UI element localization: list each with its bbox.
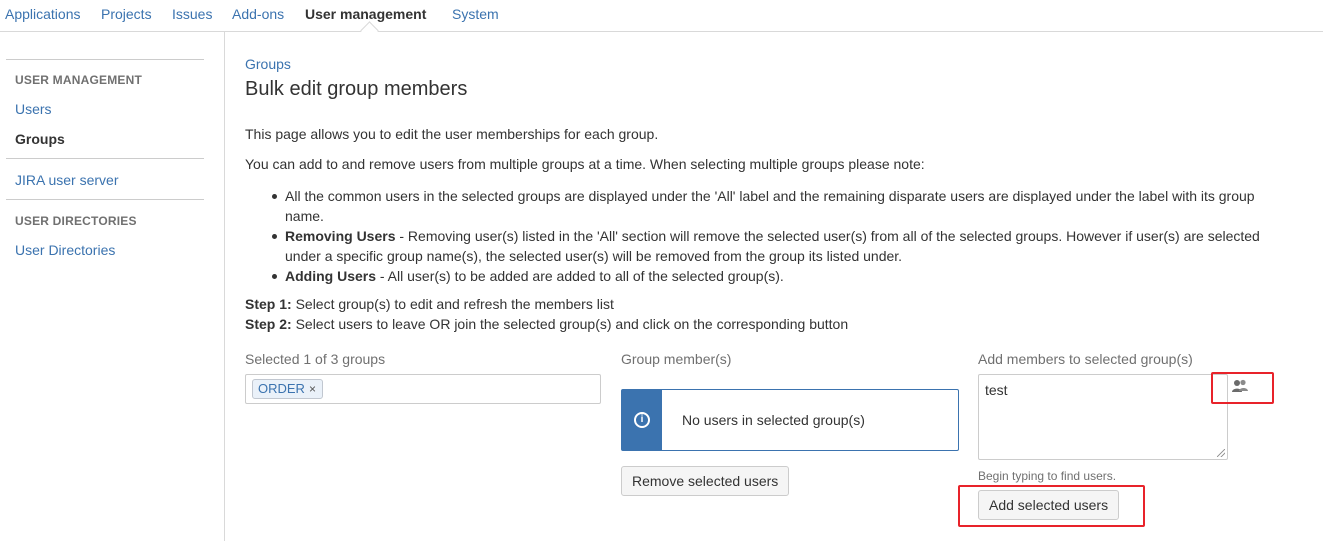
nav-tab-add-ons[interactable]: Add-ons (232, 6, 284, 22)
nav-tab-projects[interactable]: Projects (101, 6, 152, 22)
sidebar: USER MANAGEMENT Users Groups JIRA user s… (0, 32, 225, 541)
find-users-hint: Begin typing to find users. (978, 469, 1117, 483)
add-users-value: test (985, 382, 1008, 398)
note-title: Removing Users (285, 228, 396, 244)
page-title: Bulk edit group members (245, 78, 468, 100)
top-navigation: Applications Projects Issues Add-ons Use… (0, 0, 1323, 40)
list-item: Removing Users - Removing user(s) listed… (245, 226, 1285, 266)
sidebar-item-jira-user-server[interactable]: JIRA user server (15, 172, 118, 188)
add-members-label: Add members to selected group(s) (978, 351, 1193, 367)
step-1: Step 1: Select group(s) to edit and refr… (245, 296, 614, 312)
step-label: Step 1: (245, 296, 292, 312)
notes-list: All the common users in the selected gro… (245, 186, 1285, 286)
sidebar-item-user-directories[interactable]: User Directories (15, 242, 115, 258)
list-item: All the common users in the selected gro… (245, 186, 1285, 226)
info-icon: i (634, 412, 650, 428)
sidebar-item-groups[interactable]: Groups (15, 131, 65, 147)
no-users-text: No users in selected group(s) (682, 412, 865, 428)
step-label: Step 2: (245, 316, 292, 332)
group-members-label: Group member(s) (621, 351, 732, 367)
chip-label: ORDER (258, 381, 305, 396)
group-chip-order[interactable]: ORDER × (252, 379, 323, 399)
remove-selected-users-button[interactable]: Remove selected users (621, 466, 790, 496)
nav-tab-user-management[interactable]: User management (305, 6, 426, 22)
nav-tab-applications[interactable]: Applications (5, 6, 81, 22)
user-group-icon[interactable] (1231, 378, 1249, 394)
note-title: Adding Users (285, 268, 377, 284)
selected-groups-label: Selected 1 of 3 groups (245, 351, 386, 367)
breadcrumb-groups[interactable]: Groups (245, 56, 291, 72)
note-text: - Removing user(s) listed in the 'All' s… (285, 228, 1260, 264)
chip-remove-icon[interactable]: × (309, 382, 316, 396)
main-content: Groups Bulk edit group members This page… (245, 32, 1305, 541)
sidebar-divider (6, 199, 204, 200)
nav-tab-system[interactable]: System (452, 6, 499, 22)
step-2: Step 2: Select users to leave OR join th… (245, 316, 848, 332)
add-users-textarea[interactable]: test (978, 374, 1228, 460)
sidebar-item-users[interactable]: Users (15, 101, 52, 117)
note-text: - All user(s) to be added are added to a… (376, 268, 784, 284)
group-picker-input[interactable]: ORDER × (245, 374, 601, 404)
intro-text: This page allows you to edit the user me… (245, 126, 659, 142)
info-band: i (622, 390, 662, 450)
no-users-message: i No users in selected group(s) (621, 389, 959, 451)
step-text: Select group(s) to edit and refresh the … (291, 296, 614, 312)
sidebar-heading-user-directories: USER DIRECTORIES (15, 214, 137, 228)
nav-tab-issues[interactable]: Issues (172, 6, 212, 22)
resize-handle[interactable] (1217, 449, 1225, 457)
intro-note-text: You can add to and remove users from mul… (245, 156, 925, 172)
list-item: Adding Users - All user(s) to be added a… (245, 266, 1285, 286)
sidebar-divider (6, 59, 204, 60)
add-selected-users-button[interactable]: Add selected users (978, 490, 1120, 520)
sidebar-divider (6, 158, 204, 159)
sidebar-heading-user-management: USER MANAGEMENT (15, 73, 143, 87)
note-text: All the common users in the selected gro… (285, 188, 1255, 224)
step-text: Select users to leave OR join the select… (291, 316, 849, 332)
